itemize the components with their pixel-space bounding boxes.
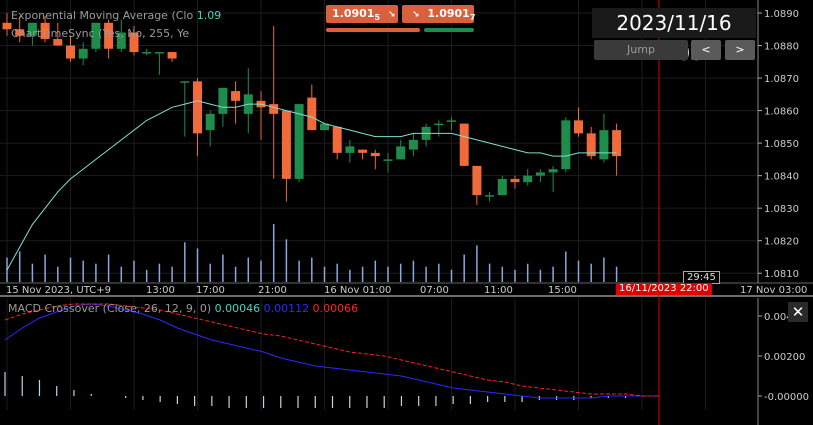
macd-tick-label: -0.00000 (764, 392, 809, 403)
sell-button[interactable]: 1.09015 ↘ (326, 5, 398, 23)
candle-body (154, 52, 164, 54)
sell-price: 1.0901 (332, 7, 375, 20)
price-tick-label: 1.0830 (764, 204, 799, 215)
ema-label-text: Exponential Moving Average (Clo (11, 9, 194, 22)
candle-body (599, 130, 609, 160)
candle-body (472, 165, 482, 196)
price-tick-label: 1.0840 (764, 172, 799, 183)
candle-body (53, 39, 63, 46)
candle-body (561, 120, 571, 170)
time-tick-label: 16 Nov 01:00 (324, 285, 391, 296)
jump-button[interactable]: Jump (594, 40, 688, 60)
candle-body (523, 175, 533, 183)
macd-indicator-label[interactable]: MACD Crossover (Close, 26, 12, 9, 0) 0.0… (8, 302, 358, 315)
candle-body (180, 81, 190, 83)
price-tick-label: 1.0890 (764, 9, 799, 20)
price-tick-label: 1.0860 (764, 107, 799, 118)
price-tick-label: 1.0880 (764, 42, 799, 53)
next-button[interactable]: > (725, 40, 755, 60)
candle-body (485, 195, 495, 197)
prev-button[interactable]: < (691, 40, 721, 60)
time-tick-label: 17 Nov 03:00 (740, 285, 807, 296)
candle-body (231, 91, 241, 101)
macd-signal-line (4, 303, 660, 397)
candle-body (447, 120, 456, 122)
sell-volume-bar (326, 28, 420, 32)
candle-body (66, 45, 75, 59)
candle-body (193, 81, 202, 134)
sync-indicator-label[interactable]: ChartTimeSync (Yes, No, 255, Ye (11, 27, 189, 40)
candle-body (205, 113, 215, 131)
macd-histogram (4, 372, 627, 408)
candle-body (574, 120, 583, 134)
ema-value: 1.09 (196, 9, 222, 22)
sell-price-pip: 5 (374, 13, 381, 23)
price-tick-label: 1.0850 (764, 139, 799, 150)
price-tick-label: 1.0820 (764, 237, 799, 248)
candle-body (281, 110, 291, 179)
time-tick-label: 07:00 (420, 285, 449, 296)
price-axis: 1.0890 1.0880 1.0870 1.0860 1.0850 1.0840 1.08… (758, 9, 799, 280)
time-tick-label: 15 Nov 2023, UTC+9 (6, 285, 111, 296)
candle-body (548, 169, 558, 173)
macd-value-2: 0.00112 (263, 302, 310, 315)
macd-value-3: 0.00066 (312, 302, 359, 315)
sync-datetime-display: 2023/11/16 22:00 (592, 8, 756, 65)
candle-body (535, 172, 545, 176)
price-tick-label: 1.0870 (764, 74, 799, 85)
candle-body (307, 97, 317, 131)
candle-body (434, 123, 444, 126)
buy-button[interactable]: ↘ 1.09017 (402, 5, 476, 23)
candle-body (142, 52, 152, 54)
macd-label-text: MACD Crossover (Close, 26, 12, 9, 0) (8, 302, 212, 315)
buy-volume-bar (424, 28, 474, 32)
candle-body (612, 130, 622, 157)
candle-body (358, 149, 368, 153)
time-tick-label: 17:00 (196, 285, 225, 296)
sync-label-text: ChartTimeSync (Yes, No, 255, Ye (11, 27, 190, 40)
price-tick-label: 1.0810 (764, 269, 799, 280)
macd-value-1: 0.00046 (214, 302, 261, 315)
macd-axis: 0.004000.00200-0.00000 (758, 312, 809, 403)
time-tick-label: 13:00 (146, 285, 175, 296)
candle-body (383, 159, 393, 161)
close-icon[interactable]: ✕ (788, 302, 808, 322)
buy-arrow-icon: ↘ (412, 10, 420, 20)
candle-body (332, 126, 342, 153)
macd-line (4, 303, 660, 399)
candle-body (459, 123, 469, 166)
buy-price: 1.0901 (427, 7, 470, 20)
candle-body (78, 48, 88, 59)
time-tick-label: 21:00 (258, 285, 287, 296)
candle-body (370, 152, 380, 157)
time-tick-label: 15:00 (548, 285, 577, 296)
candle-body (218, 87, 228, 114)
candle-body (497, 178, 507, 196)
candle-body (510, 178, 520, 183)
time-tick-label: 11:00 (484, 285, 513, 296)
sell-arrow-icon: ↘ (387, 10, 396, 20)
ema-indicator-label[interactable]: Exponential Moving Average (Clo 1.09 (11, 9, 221, 22)
candle-body (294, 104, 304, 179)
candle-body (167, 52, 177, 59)
candle-body (345, 146, 355, 153)
buy-price-pip: 7 (469, 13, 476, 23)
cursor-time-label: 16/11/2023 22:00 (616, 283, 712, 295)
candle-body (408, 139, 418, 150)
macd-tick-label: 0.00200 (764, 352, 805, 363)
candle-body (396, 146, 406, 160)
candle-body (269, 104, 279, 114)
